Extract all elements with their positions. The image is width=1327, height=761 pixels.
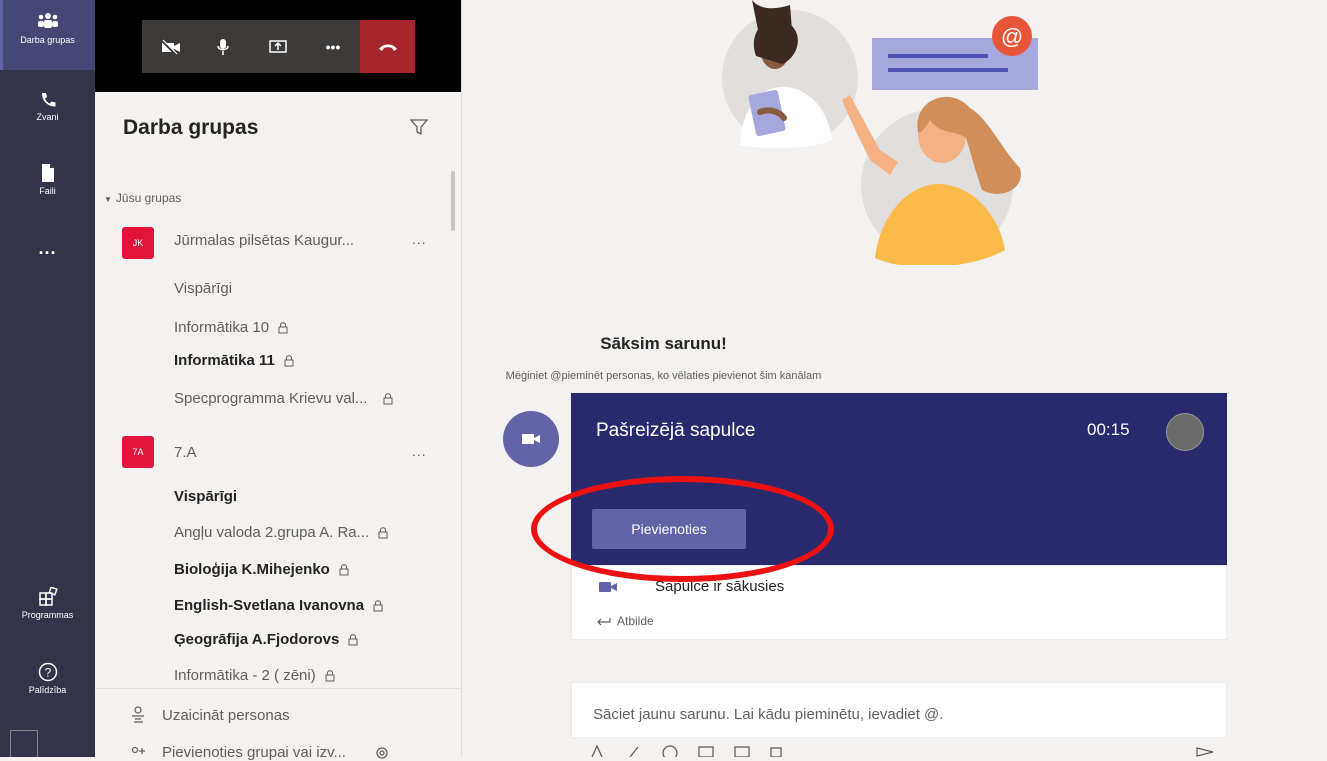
rail-more-button[interactable]: ... <box>0 239 95 257</box>
hang-up-button[interactable] <box>360 20 415 73</box>
hero-subtitle: Mēģiniet @pieminēt personas, ko vēlaties… <box>505 370 822 382</box>
more-icon: ... <box>38 238 57 258</box>
panel-title: Darba grupas <box>123 116 259 139</box>
channel-item[interactable]: Specprogramma Krievu val... <box>174 390 393 407</box>
camera-off-icon <box>160 38 180 55</box>
channel-label: Specprogramma Krievu val... <box>174 390 368 407</box>
caret-down-icon: ▼ <box>104 195 112 204</box>
channel-label: Vispārīgi <box>174 280 233 297</box>
meeting-timer: 00:15 <box>1087 420 1130 439</box>
reply-icon <box>597 618 611 626</box>
rail-item-help-label: Palīdzība <box>28 685 67 695</box>
rail-item-help[interactable]: ? Palīdzība <box>0 662 95 696</box>
rail-item-apps-label: Programmas <box>21 610 74 620</box>
compose-toolbar <box>590 745 786 757</box>
channel-item[interactable]: Ģeogrāfija A.Fjodorovs <box>174 631 358 648</box>
microphone-icon <box>217 38 229 55</box>
channel-item[interactable]: Vispārīgi <box>174 488 237 505</box>
rail-item-teams[interactable]: Darba grupas <box>0 12 95 46</box>
channel-item[interactable]: English-Svetlana Ivanovna <box>174 597 383 614</box>
team-name-jurmala[interactable]: Jūrmalas pilsētas Kaugur... <box>174 232 354 249</box>
rail-device-button[interactable] <box>10 730 38 757</box>
svg-text:@: @ <box>1001 24 1023 49</box>
channel-item[interactable]: Vispārīgi <box>174 280 232 297</box>
add-team-icon <box>131 746 145 754</box>
rail-item-files-label: Faili <box>39 186 56 196</box>
format-icon[interactable] <box>590 745 606 757</box>
panel-bottom-divider <box>95 688 461 689</box>
channel-label: Informātika 11 <box>174 352 275 369</box>
hang-up-icon <box>378 44 397 51</box>
reply-button[interactable]: Atbilde <box>595 614 654 628</box>
your-teams-section[interactable]: ▼ Jūsu grupas <box>104 191 181 205</box>
send-icon[interactable] <box>1196 747 1214 757</box>
video-camera-icon <box>599 582 617 592</box>
rail-item-teams-label: Darba grupas <box>20 35 75 45</box>
rail-item-calls[interactable]: Zvani <box>0 91 95 123</box>
camera-off-button[interactable] <box>148 20 194 73</box>
hero-title: Sāksim sarunu! <box>600 334 727 353</box>
team-avatar: 7A <box>122 436 154 468</box>
lock-icon <box>325 670 335 682</box>
participant-avatar <box>1166 413 1204 451</box>
channel-label: Ģeogrāfija A.Fjodorovs <box>174 631 340 648</box>
join-create-team-button[interactable]: Pievienoties grupai vai izv... <box>130 744 390 761</box>
welcome-illustration: @ <box>722 0 1038 265</box>
filter-icon[interactable] <box>410 118 428 136</box>
call-more-button[interactable]: ••• <box>310 20 356 73</box>
compose-placeholder: Sāciet jaunu sarunu. Lai kādu pieminētu,… <box>593 706 944 723</box>
file-icon <box>41 164 54 182</box>
teams-icon <box>37 13 58 28</box>
lock-icon <box>348 634 358 646</box>
panel-scrollbar[interactable] <box>451 171 455 231</box>
channel-label: Vispārīgi <box>174 488 238 505</box>
microphone-button[interactable] <box>200 20 246 73</box>
gif-icon[interactable] <box>698 745 714 757</box>
team-more-button[interactable]: ... <box>412 231 427 247</box>
svg-text:?: ? <box>44 666 51 680</box>
channel-label: Informātika - 2 ( zēni) <box>174 667 316 684</box>
meet-now-icon[interactable] <box>770 745 786 757</box>
invite-people-label: Uzaicināt personas <box>162 706 290 724</box>
lock-icon <box>278 322 288 334</box>
join-create-team-label: Pievienoties grupai vai izv... <box>162 744 346 761</box>
reply-label: Atbilde <box>617 614 654 628</box>
team-name-7a[interactable]: 7.A <box>174 444 197 461</box>
phone-icon <box>41 93 55 107</box>
sticker-icon[interactable] <box>734 745 750 757</box>
section-label: Jūsu grupas <box>115 191 182 205</box>
emoji-icon[interactable] <box>662 745 678 757</box>
more-icon: ••• <box>325 38 341 55</box>
lock-icon <box>383 393 393 405</box>
lock-icon <box>378 527 388 539</box>
rail-item-calls-label: Zvani <box>36 112 59 122</box>
invite-people-button[interactable]: Uzaicināt personas <box>130 706 290 724</box>
team-more-button[interactable]: ... <box>412 443 427 459</box>
channel-label: English-Svetlana Ivanovna <box>174 597 365 614</box>
channel-item-active[interactable]: Informātika 11 <box>174 352 294 369</box>
channel-label: Bioloģija K.Mihejenko <box>174 561 330 578</box>
settings-icon[interactable] <box>374 745 390 761</box>
invite-people-icon <box>132 706 144 723</box>
annotation-highlight <box>531 476 834 582</box>
team-avatar: JK <box>122 227 154 259</box>
channel-item[interactable]: Informātika - 2 ( zēni) <box>174 667 335 684</box>
channel-item[interactable]: Angļu valoda 2.grupa A. Ra... <box>174 524 388 541</box>
rail-item-files[interactable]: Faili <box>0 163 95 197</box>
channel-item[interactable]: Bioloģija K.Mihejenko <box>174 561 349 578</box>
video-camera-icon <box>522 434 540 444</box>
channel-label: Angļu valoda 2.grupa A. Ra... <box>174 524 370 541</box>
meeting-title: Pašreizējā sapulce <box>596 420 756 441</box>
share-screen-button[interactable] <box>255 20 301 73</box>
share-screen-icon <box>269 39 287 53</box>
apps-icon <box>38 587 58 606</box>
lock-icon <box>373 600 383 612</box>
rail-item-apps[interactable]: Programmas <box>0 587 95 621</box>
lock-icon <box>339 564 349 576</box>
lock-icon <box>284 355 294 367</box>
attach-icon[interactable] <box>626 745 642 757</box>
help-icon: ? <box>38 662 57 682</box>
meeting-avatar <box>503 411 559 467</box>
